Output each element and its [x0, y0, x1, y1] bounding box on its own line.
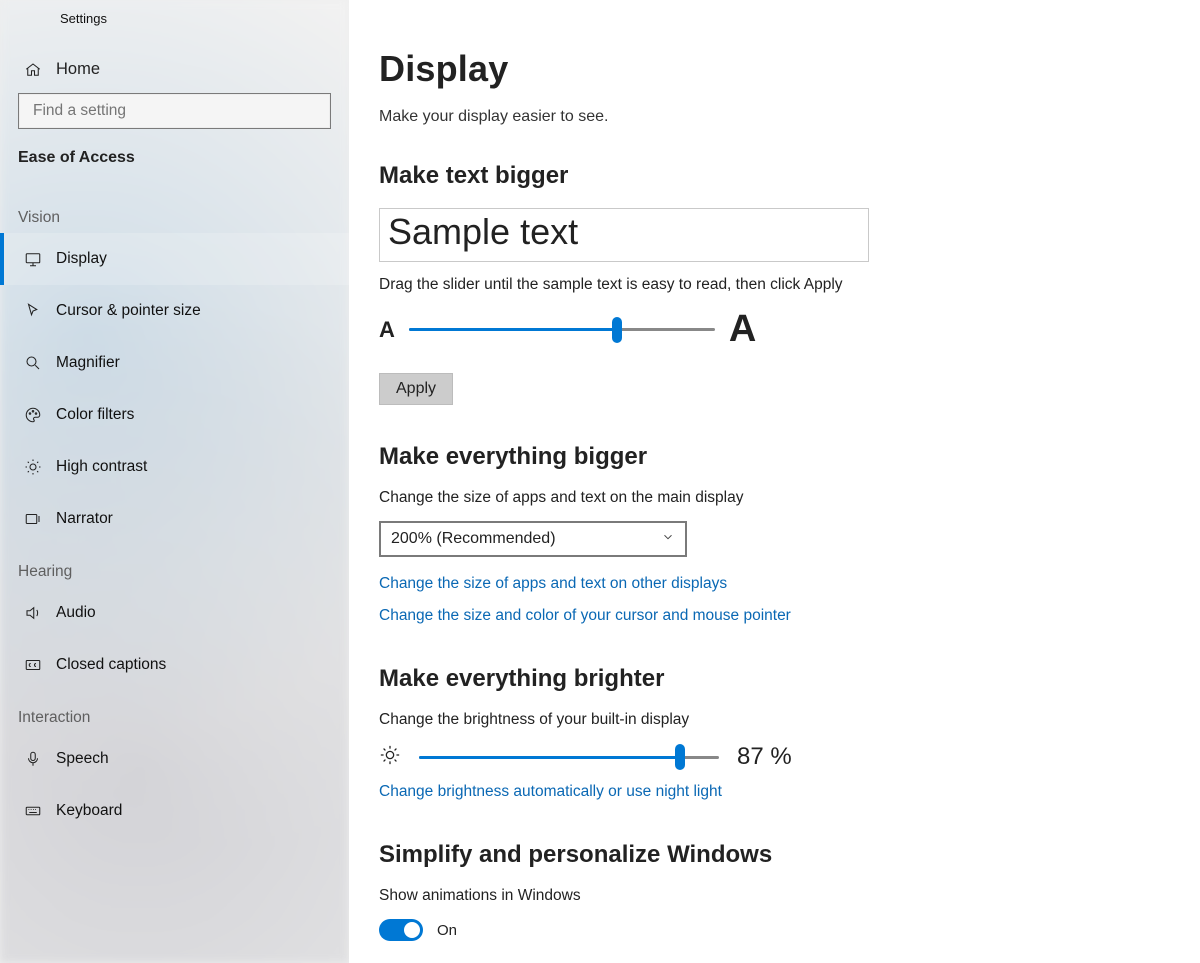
- link-cursor-color[interactable]: Change the size and color of your cursor…: [379, 607, 1160, 625]
- titlebar: Settings: [0, 0, 349, 36]
- sidebar-item-keyboard[interactable]: Keyboard: [0, 785, 349, 837]
- search-field[interactable]: [31, 101, 320, 121]
- home-label: Home: [56, 60, 100, 79]
- sidebar-item-display[interactable]: Display: [0, 233, 349, 285]
- search-input[interactable]: [18, 93, 331, 129]
- main-content: Display Make your display easier to see.…: [349, 0, 1200, 963]
- brightness-value: 87 %: [737, 743, 792, 771]
- link-night-light[interactable]: Change brightness automatically or use n…: [379, 783, 1160, 801]
- link-other-displays[interactable]: Change the size of apps and text on othe…: [379, 575, 1160, 593]
- sidebar-item-label: Audio: [56, 604, 96, 622]
- palette-icon: [18, 406, 48, 424]
- sidebar-item-label: Closed captions: [56, 656, 166, 674]
- apply-button[interactable]: Apply: [379, 373, 453, 405]
- sidebar-item-label: Display: [56, 250, 107, 268]
- chevron-down-icon: [661, 530, 675, 549]
- text-size-slider[interactable]: [409, 316, 715, 344]
- group-interaction: Interaction: [0, 691, 349, 733]
- scale-selected: 200% (Recommended): [391, 530, 556, 548]
- back-button[interactable]: [6, 0, 46, 36]
- scale-dropdown[interactable]: 200% (Recommended): [379, 521, 687, 557]
- sidebar-item-magnifier[interactable]: Magnifier: [0, 337, 349, 389]
- cursor-icon: [18, 302, 48, 320]
- sidebar-item-speech[interactable]: Speech: [0, 733, 349, 785]
- brightness-icon: [379, 744, 401, 770]
- animations-toggle[interactable]: [379, 919, 423, 941]
- sidebar-item-label: Color filters: [56, 406, 134, 424]
- brightness-desc: Change the brightness of your built-in d…: [379, 711, 1160, 729]
- text-slider-help: Drag the slider until the sample text is…: [379, 276, 1160, 294]
- group-hearing: Hearing: [0, 545, 349, 587]
- sidebar: Settings Home Ease of Access Vision Disp…: [0, 0, 349, 963]
- sidebar-item-narrator[interactable]: Narrator: [0, 493, 349, 545]
- brightness-slider[interactable]: [419, 743, 719, 771]
- slider-big-a: A: [729, 308, 756, 351]
- slider-small-a: A: [379, 317, 395, 343]
- scale-desc: Change the size of apps and text on the …: [379, 489, 1160, 507]
- section-label: Ease of Access: [0, 147, 349, 191]
- magnifier-icon: [18, 354, 48, 372]
- heading-simplify: Simplify and personalize Windows: [379, 841, 1160, 869]
- sidebar-item-label: Speech: [56, 750, 109, 768]
- window-title: Settings: [46, 11, 107, 26]
- sidebar-item-cursor[interactable]: Cursor & pointer size: [0, 285, 349, 337]
- narrator-icon: [18, 510, 48, 528]
- sidebar-item-label: Cursor & pointer size: [56, 302, 201, 320]
- group-vision: Vision: [0, 191, 349, 233]
- home-icon: [18, 61, 48, 79]
- heading-everything-bigger: Make everything bigger: [379, 443, 1160, 471]
- animations-label: Show animations in Windows: [379, 887, 1160, 905]
- sidebar-item-high-contrast[interactable]: High contrast: [0, 441, 349, 493]
- audio-icon: [18, 604, 48, 622]
- sidebar-item-label: Keyboard: [56, 802, 122, 820]
- cc-icon: [18, 656, 48, 674]
- keyboard-icon: [18, 802, 48, 820]
- sidebar-item-label: Magnifier: [56, 354, 120, 372]
- contrast-icon: [18, 458, 48, 476]
- sample-text-box: Sample text: [379, 208, 869, 262]
- heading-text-bigger: Make text bigger: [379, 162, 1160, 190]
- heading-brighter: Make everything brighter: [379, 665, 1160, 693]
- monitor-icon: [18, 250, 48, 268]
- sidebar-item-audio[interactable]: Audio: [0, 587, 349, 639]
- mic-icon: [18, 750, 48, 768]
- sidebar-item-label: Narrator: [56, 510, 113, 528]
- page-title: Display: [379, 48, 1160, 90]
- page-subtitle: Make your display easier to see.: [379, 108, 1160, 126]
- animations-state: On: [437, 922, 457, 939]
- sidebar-item-label: High contrast: [56, 458, 147, 476]
- sidebar-item-home[interactable]: Home: [0, 36, 349, 93]
- sidebar-item-closed-captions[interactable]: Closed captions: [0, 639, 349, 691]
- sidebar-item-color-filters[interactable]: Color filters: [0, 389, 349, 441]
